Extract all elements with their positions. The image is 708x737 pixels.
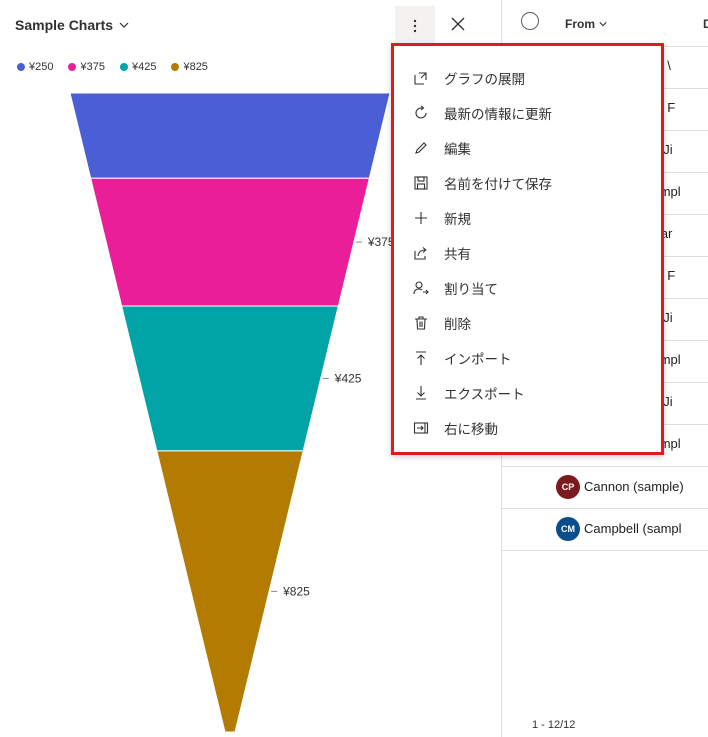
expand-icon bbox=[413, 70, 429, 86]
menu-item-import[interactable]: インポート bbox=[394, 340, 661, 375]
data-label: ¥825 bbox=[282, 584, 310, 598]
close-icon bbox=[451, 17, 465, 31]
funnel-segment[interactable] bbox=[69, 92, 391, 179]
delete-icon bbox=[413, 315, 429, 331]
menu-item-label: グラフの展開 bbox=[444, 71, 525, 87]
menu-item-add[interactable]: 新規 bbox=[394, 200, 661, 235]
import-icon bbox=[413, 350, 429, 366]
more-vertical-icon bbox=[413, 19, 417, 33]
menu-item-save[interactable]: 名前を付けて保存 bbox=[394, 165, 661, 200]
share-icon bbox=[413, 245, 429, 261]
funnel-segment[interactable] bbox=[121, 305, 339, 452]
menu-item-label: 共有 bbox=[444, 246, 471, 262]
export-icon bbox=[413, 385, 429, 401]
menu-item-edit[interactable]: 編集 bbox=[394, 130, 661, 165]
menu-item-label: 削除 bbox=[444, 316, 471, 332]
menu-item-label: エクスポート bbox=[444, 386, 525, 402]
funnel-segment[interactable] bbox=[156, 450, 304, 733]
menu-item-label: 新規 bbox=[444, 211, 471, 227]
menu-item-assign[interactable]: 割り当て bbox=[394, 270, 661, 305]
row-from-name[interactable]: Cannon (sample) bbox=[584, 479, 684, 494]
column-from-label: From bbox=[565, 17, 595, 31]
menu-item-delete[interactable]: 削除 bbox=[394, 305, 661, 340]
save-icon bbox=[413, 175, 429, 191]
column-header-from[interactable]: From bbox=[565, 17, 607, 31]
chart-options-menu: グラフの展開最新の情報に更新 編集名前を付けて保存 新規共有割り当て削除インポートエ… bbox=[391, 43, 664, 455]
pager-status: 1 - 12/12 bbox=[532, 719, 576, 731]
move-right-icon bbox=[413, 420, 429, 436]
avatar: CP bbox=[556, 475, 580, 499]
table-row[interactable]: CP Cannon (sample) bbox=[502, 466, 708, 509]
select-all-checkbox[interactable] bbox=[521, 12, 539, 30]
table-row[interactable]: CM Campbell (sampl bbox=[502, 508, 708, 551]
column-header-d[interactable]: D bbox=[703, 17, 708, 31]
add-icon bbox=[413, 210, 429, 226]
menu-item-share[interactable]: 共有 bbox=[394, 235, 661, 270]
data-label: ¥425 bbox=[334, 371, 362, 385]
assign-icon bbox=[413, 280, 429, 296]
avatar: CM bbox=[556, 517, 580, 541]
menu-item-label: 最新の情報に更新 bbox=[444, 106, 552, 122]
menu-item-expand[interactable]: グラフの展開 bbox=[394, 60, 661, 95]
menu-item-label: 右に移動 bbox=[444, 421, 498, 437]
menu-item-label: 名前を付けて保存 bbox=[444, 176, 552, 192]
edit-icon bbox=[413, 140, 429, 156]
close-button[interactable] bbox=[440, 6, 476, 42]
menu-item-label: インポート bbox=[444, 351, 512, 367]
more-options-button[interactable] bbox=[395, 6, 435, 46]
funnel-segment[interactable] bbox=[90, 177, 370, 307]
grid-header: From D bbox=[502, 0, 708, 47]
menu-item-label: 割り当て bbox=[444, 281, 498, 297]
menu-item-refresh[interactable]: 最新の情報に更新 bbox=[394, 95, 661, 130]
menu-item-move-right[interactable]: 右に移動 bbox=[394, 410, 661, 445]
refresh-icon bbox=[413, 105, 429, 121]
menu-item-label: 編集 bbox=[444, 141, 471, 157]
chevron-down-icon bbox=[599, 22, 607, 27]
menu-item-export[interactable]: エクスポート bbox=[394, 375, 661, 410]
row-from-name[interactable]: Campbell (sampl bbox=[584, 521, 682, 536]
